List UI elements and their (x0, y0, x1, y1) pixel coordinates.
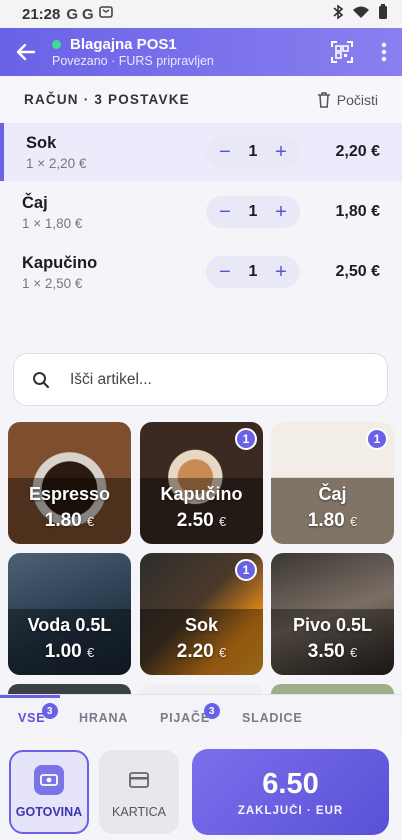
product-name: Čaj (318, 484, 347, 504)
product-tile-pivo[interactable]: Pivo 0.5L 3.50 € (271, 553, 394, 675)
status-bar: 21:28 G G (0, 0, 402, 28)
quantity-value: 1 (248, 203, 258, 220)
connection-status: Povezano · FURS pripravljen (52, 54, 214, 68)
item-total: 2,50 € (335, 263, 380, 280)
decrement-button[interactable]: − (216, 262, 234, 282)
wifi-icon (352, 5, 370, 23)
product-tile-caj[interactable]: 1 Čaj 1.80 € (271, 422, 394, 544)
receipt-title: RAČUN · 3 POSTAVKE (24, 92, 190, 107)
clear-label: Počisti (336, 91, 378, 108)
increment-button[interactable]: + (272, 202, 290, 222)
qr-code-icon (331, 41, 353, 63)
trash-icon (317, 91, 330, 108)
item-name: Sok (26, 133, 57, 152)
product-name: Sok (184, 615, 218, 635)
product-tile-kapucino[interactable]: 1 Kapučino 2.50 € (140, 422, 263, 544)
back-button[interactable] (0, 41, 52, 63)
decrement-button[interactable]: − (216, 202, 234, 222)
cash-payment-button[interactable]: GOTOVINA (9, 750, 89, 834)
receipt-item[interactable]: Kapučino 1 × 2,50 € − 1 + 2,50 € (0, 243, 402, 301)
card-payment-button[interactable]: KARTICA (99, 750, 179, 834)
quantity-badge: 1 (366, 428, 388, 450)
product-tile-espresso[interactable]: Espresso 1.80 € (8, 422, 131, 544)
more-options-button[interactable] (366, 42, 402, 62)
google-icon: G (66, 5, 79, 23)
receipt-item[interactable]: Čaj 1 × 1,80 € − 1 + 1,80 € (0, 183, 402, 241)
increment-button[interactable]: + (272, 142, 290, 162)
product-name: Kapučino (160, 484, 243, 504)
payment-bar: GOTOVINA KARTICA 6.50 ZAKLJUČI · EUR (0, 740, 402, 840)
product-tile-sok[interactable]: 1 Sok 2.20 € (140, 553, 263, 675)
online-status-dot (52, 40, 61, 49)
quantity-stepper: − 1 + (206, 196, 300, 228)
product-name: Pivo 0.5L (292, 615, 373, 635)
search-input[interactable] (70, 370, 330, 389)
clear-button[interactable]: Počisti (317, 92, 378, 108)
product-tile-partial[interactable] (271, 684, 394, 694)
category-tabs: VSE 3 HRANA PIJAČE 3 SLADICE (0, 694, 402, 740)
tab-pijace[interactable]: PIJAČE 3 (160, 695, 220, 741)
product-price: 1.00 € (44, 641, 95, 662)
bluetooth-icon (332, 4, 344, 24)
product-tile-partial[interactable] (140, 684, 263, 694)
item-total: 2,20 € (335, 143, 380, 160)
item-name: Kapučino (22, 253, 98, 272)
product-tile-voda[interactable]: Voda 0.5L 1.00 € (8, 553, 131, 675)
notification-icon (98, 4, 114, 24)
tab-hrana[interactable]: HRANA (79, 695, 128, 741)
arrow-left-icon (16, 43, 36, 61)
quantity-badge: 1 (235, 559, 257, 581)
finish-label: ZAKLJUČI · EUR (237, 804, 344, 817)
tab-sladice[interactable]: SLADICE (242, 695, 302, 741)
app-bar-titles: Blagajna POS1 Povezano · FURS pripravlje… (52, 36, 318, 68)
qr-scan-button[interactable] (318, 40, 366, 64)
page-title: Blagajna POS1 (70, 36, 177, 53)
product-price: 1.80 € (307, 510, 358, 531)
google-icon: G (82, 5, 94, 23)
receipt-header: RAČUN · 3 POSTAVKE Počisti (0, 76, 402, 124)
quantity-stepper: − 1 + (206, 256, 300, 288)
product-price: 2.20 € (176, 641, 227, 662)
product-price: 3.50 € (307, 641, 358, 662)
total-amount: 6.50 (262, 767, 319, 800)
product-name: Espresso (28, 484, 111, 504)
increment-button[interactable]: + (272, 262, 290, 282)
more-vertical-icon (381, 42, 387, 62)
search-icon (33, 371, 50, 388)
credit-card-icon (124, 765, 154, 795)
tab-vse[interactable]: VSE 3 (18, 695, 58, 741)
tab-badge: 3 (42, 703, 58, 719)
decrement-button[interactable]: − (216, 142, 234, 162)
item-name: Čaj (22, 193, 48, 212)
product-tile-partial[interactable] (8, 684, 131, 694)
tab-badge: 3 (204, 703, 220, 719)
receipt-item[interactable]: Sok 1 × 2,20 € − 1 + 2,20 € (0, 123, 402, 181)
item-detail: 1 × 2,50 € (22, 275, 83, 291)
quantity-value: 1 (248, 263, 258, 280)
product-price: 2.50 € (176, 510, 227, 531)
search-bar (13, 353, 388, 406)
cash-icon (34, 765, 64, 795)
quantity-value: 1 (248, 143, 258, 160)
item-total: 1,80 € (335, 203, 380, 220)
item-detail: 1 × 1,80 € (22, 215, 83, 231)
battery-icon (378, 4, 388, 24)
item-detail: 1 × 2,20 € (26, 155, 87, 171)
finish-payment-button[interactable]: 6.50 ZAKLJUČI · EUR (192, 749, 389, 835)
status-time: 21:28 (22, 5, 61, 23)
quantity-stepper: − 1 + (206, 136, 300, 168)
product-name: Voda 0.5L (27, 615, 112, 635)
product-price: 1.80 € (44, 510, 95, 531)
quantity-badge: 1 (235, 428, 257, 450)
app-bar: Blagajna POS1 Povezano · FURS pripravlje… (0, 28, 402, 76)
